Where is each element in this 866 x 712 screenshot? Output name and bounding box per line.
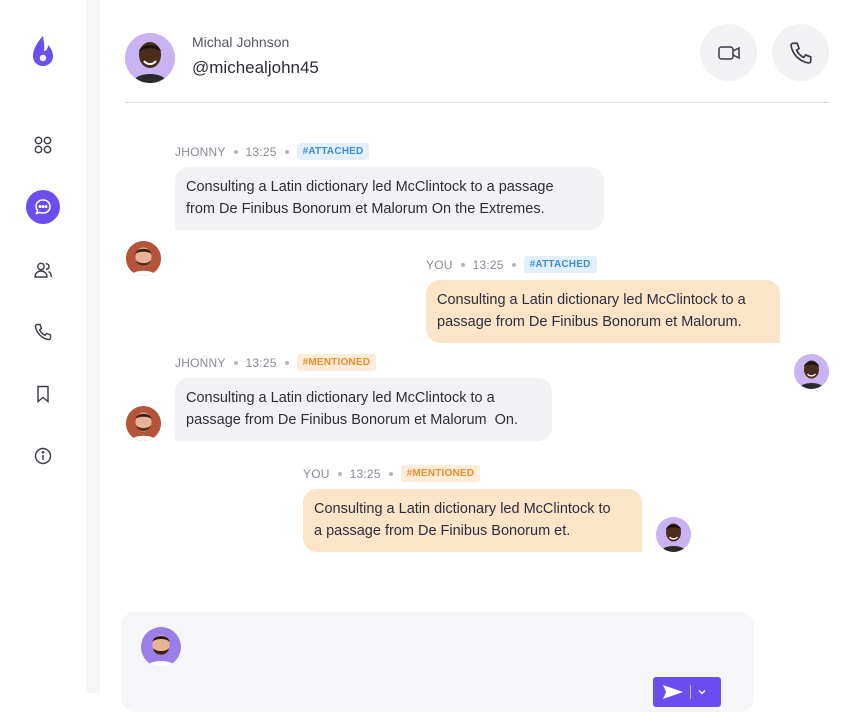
message-line: Consulting a Latin dictionary led McClin… — [186, 390, 495, 406]
message-meta: YOU 13:25 #ATTACHED — [426, 256, 597, 273]
message-time: 13:25 — [349, 466, 381, 481]
info-icon — [34, 447, 52, 465]
message-bubble-incoming[interactable]: Consulting a Latin dictionary led McClin… — [175, 378, 552, 441]
avatar-portrait-icon — [126, 241, 161, 276]
sender-name: JHONNY — [175, 144, 226, 159]
contact-name: Michal Johnson — [192, 34, 290, 50]
message-time: 13:25 — [245, 355, 277, 370]
sidebar-item-dashboard[interactable] — [26, 128, 60, 162]
header-divider — [125, 102, 829, 103]
message-meta: JHONNY 13:25 #MENTIONED — [175, 354, 377, 371]
send-button[interactable] — [653, 677, 721, 707]
bookmark-icon — [37, 385, 49, 403]
contact-handle: @michealjohn45 — [192, 58, 319, 77]
sidebar-item-calls[interactable] — [26, 315, 60, 349]
message-tag[interactable]: #ATTACHED — [296, 143, 370, 160]
chevron-down-icon[interactable] — [697, 687, 707, 697]
message-bubble-outgoing[interactable]: Consulting a Latin dictionary led McClin… — [303, 489, 642, 552]
message-line: Consulting a Latin dictionary led McClin… — [314, 501, 611, 517]
send-icon — [663, 685, 683, 699]
sender-name: YOU — [426, 257, 453, 272]
message-bubble-outgoing[interactable]: Consulting a Latin dictionary led McClin… — [426, 280, 780, 343]
sidebar — [0, 0, 86, 693]
dashboard-icon — [34, 136, 52, 154]
message-line: a passage from De Finibus Bonorum et. — [314, 523, 571, 539]
sender-avatar[interactable] — [126, 241, 161, 276]
message-bubble-incoming[interactable]: Consulting a Latin dictionary led McClin… — [175, 167, 604, 230]
chat-icon — [35, 199, 51, 215]
message-tag[interactable]: #MENTIONED — [296, 354, 377, 371]
message-tag[interactable]: #ATTACHED — [523, 256, 597, 273]
composer-avatar — [141, 627, 181, 667]
avatar-portrait-icon — [141, 627, 181, 667]
video-call-icon — [717, 45, 740, 60]
sidebar-item-bookmarks[interactable] — [26, 377, 60, 411]
contact-avatar[interactable] — [125, 33, 175, 83]
sender-avatar[interactable] — [126, 406, 161, 441]
phone-call-button[interactable] — [772, 24, 829, 81]
sender-name: JHONNY — [175, 355, 226, 370]
avatar-portrait-icon — [794, 354, 829, 389]
message-line: from De Finibus Bonorum et Malorum On th… — [186, 201, 545, 217]
message-tag[interactable]: #MENTIONED — [400, 465, 481, 482]
avatar-portrait-icon — [126, 406, 161, 441]
phone-icon — [34, 323, 52, 341]
message-line: Consulting a Latin dictionary led McClin… — [437, 292, 746, 308]
sidebar-item-chat[interactable] — [26, 190, 60, 224]
sender-name: YOU — [303, 466, 330, 481]
avatar-portrait-icon — [656, 517, 691, 552]
message-line: passage from De Finibus Bonorum et Malor… — [437, 314, 742, 330]
own-avatar[interactable] — [794, 354, 829, 389]
message-line: Consulting a Latin dictionary led McClin… — [186, 179, 554, 195]
own-avatar[interactable] — [656, 517, 691, 552]
message-time: 13:25 — [472, 257, 504, 272]
message-line: passage from De Finibus Bonorum et Malor… — [186, 412, 519, 428]
users-icon — [34, 262, 52, 278]
sidebar-item-info[interactable] — [26, 439, 60, 473]
message-time: 13:25 — [245, 144, 277, 159]
flame-logo-icon[interactable] — [29, 34, 57, 68]
sidebar-item-users[interactable] — [26, 253, 60, 287]
message-meta: JHONNY 13:25 #ATTACHED — [175, 143, 370, 160]
avatar-portrait-icon — [125, 33, 175, 83]
phone-call-icon — [789, 41, 812, 64]
video-call-button[interactable] — [700, 24, 757, 81]
sidebar-divider — [86, 0, 100, 693]
message-meta: YOU 13:25 #MENTIONED — [303, 465, 481, 482]
